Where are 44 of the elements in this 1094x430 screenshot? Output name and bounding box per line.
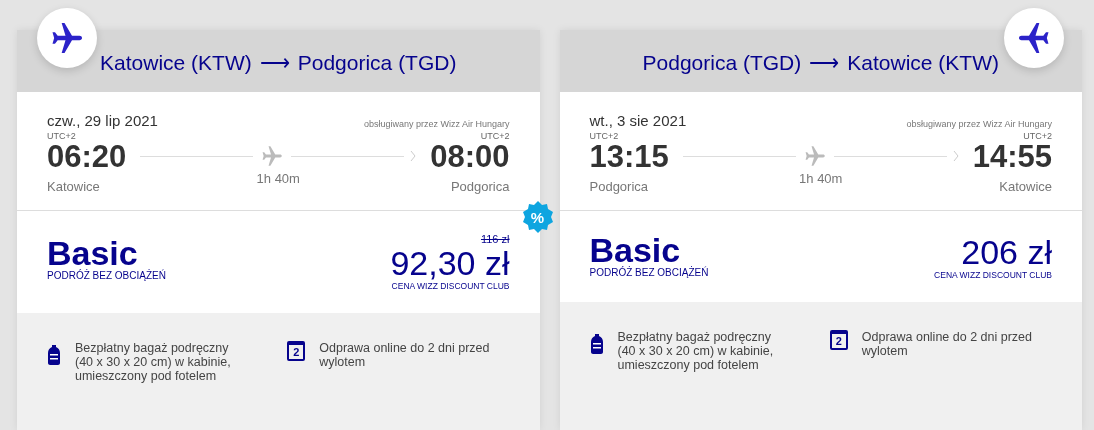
flight-duration: 1h 40m xyxy=(256,171,300,186)
flight-date: wt., 3 sie 2021 xyxy=(589,112,687,129)
timezone-label: UTC+2 xyxy=(589,131,619,141)
arrival-time: 08:00 xyxy=(430,141,510,173)
feature-text: Bezpłatny bagaż podręczny (40 x 30 x 20 cm) w kabinie, umieszczony pod fotelem xyxy=(75,341,232,383)
route-destination: Podgorica (TGD) xyxy=(297,51,457,75)
feature-text: Bezpłatny bagaż podręczny (40 x 30 x 20 cm) w kabinie, umieszczony pod fotelem xyxy=(617,330,775,372)
calendar-icon: 2 xyxy=(287,341,306,361)
departure-city: Katowice xyxy=(47,179,100,194)
arrival-city: Podgorica xyxy=(450,179,510,194)
route-destination: Katowice (KTW) xyxy=(847,51,999,75)
operator-text: obsługiwany przez Wizz Air Hungary xyxy=(363,119,510,129)
departure-time: 06:20 xyxy=(47,141,127,173)
fare-subtitle: PODRÓŻ BEZ OBCIĄŻEŃ xyxy=(589,267,709,278)
old-price: 116 zł xyxy=(480,233,510,245)
departure-city: Podgorica xyxy=(589,179,649,194)
timezone-label: UTC+2 xyxy=(480,131,510,141)
route-origin: Podgorica (TGD) xyxy=(642,51,802,75)
fare-price: 206 zł xyxy=(961,234,1052,270)
price-note: CENA WIZZ DISCOUNT CLUB xyxy=(934,270,1052,280)
calendar-icon: 2 xyxy=(829,330,848,350)
fare-name: Basic xyxy=(47,236,138,270)
arrival-city: Katowice xyxy=(999,179,1052,194)
route-arrow: ⟶ xyxy=(809,51,840,75)
fare-price: 92,30 zł xyxy=(390,245,510,281)
feature-text: Odprawa online do 2 dni przed wylotem xyxy=(319,341,491,369)
flight-date: czw., 29 lip 2021 xyxy=(47,112,158,129)
timezone-label: UTC+2 xyxy=(47,131,76,141)
backpack-icon xyxy=(589,334,604,354)
departure-time: 13:15 xyxy=(589,141,669,173)
discount-badge: % xyxy=(521,201,554,233)
fare-subtitle: PODRÓŻ BEZ OBCIĄŻEŃ xyxy=(47,270,166,281)
backpack-icon xyxy=(47,345,61,365)
arrival-time: 14:55 xyxy=(972,141,1052,173)
chevron-icon xyxy=(410,150,417,162)
feature-text: Odprawa online do 2 dni przed wylotem xyxy=(861,330,1033,358)
route-arrow: ⟶ xyxy=(259,51,290,75)
chevron-icon xyxy=(952,150,959,162)
flight-duration: 1h 40m xyxy=(799,171,843,186)
timezone-label: UTC+2 xyxy=(1023,131,1052,141)
operator-text: obsługiwany przez Wizz Air Hungary xyxy=(906,119,1052,129)
price-note: CENA WIZZ DISCOUNT CLUB xyxy=(391,281,510,291)
fare-name: Basic xyxy=(589,233,681,267)
route-origin: Katowice (KTW) xyxy=(100,51,252,75)
